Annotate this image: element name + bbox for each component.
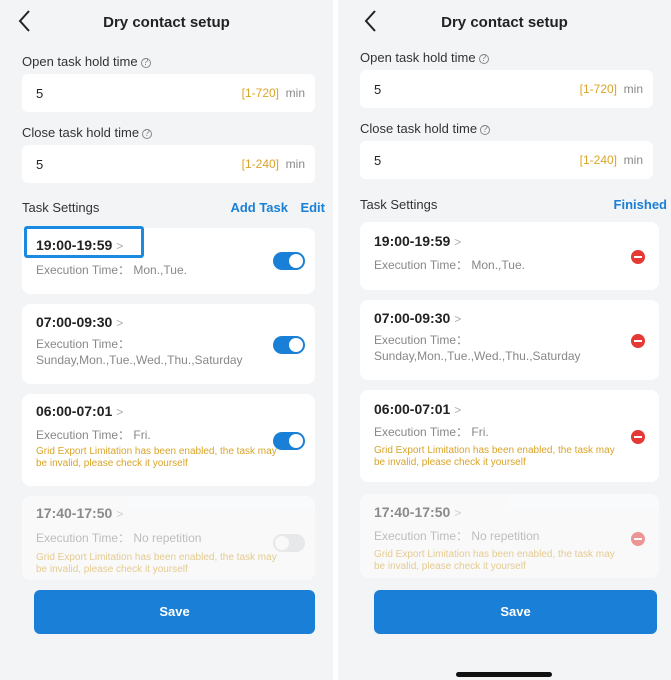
task-time-text: 19:00-19:59 (374, 233, 451, 249)
task-execution-time: Execution Time： No repetition (374, 529, 540, 543)
task-execution-time: Execution Time： Fri. (36, 428, 151, 442)
task-card[interactable]: 06:00-07:01 > Execution Time： Fri. Grid E… (360, 390, 659, 482)
task-time[interactable]: 07:00-09:30 > (374, 310, 461, 326)
task-execution-time: Execution Time： Mon.,Tue. (374, 258, 525, 272)
task-time[interactable]: 19:00-19:59 > (374, 233, 461, 249)
task-execution-days: Sunday,Mon.,Tue.,Wed.,Thu.,Saturday (374, 349, 581, 363)
open-hold-range: [1-720] (241, 86, 279, 100)
help-circle-icon[interactable]: ? (480, 125, 491, 135)
home-indicator (456, 672, 552, 677)
minus-circle-icon[interactable] (631, 430, 645, 444)
close-hold-label-text: Close task hold time (360, 121, 478, 136)
task-card[interactable]: 07:00-09:30 > Execution Time： Sunday,Mon.… (22, 304, 315, 384)
task-card[interactable]: 17:40-17:50 > Execution Time： No repetiti… (360, 494, 659, 578)
help-circle-icon[interactable]: ? (478, 54, 489, 64)
open-hold-unit: min (623, 82, 643, 96)
task-enable-toggle[interactable] (273, 252, 305, 270)
open-hold-label: Open task hold time? (360, 50, 489, 65)
close-hold-range: [1-240] (579, 153, 617, 167)
chevron-right-icon: > (454, 506, 462, 520)
header: Dry contact setup (338, 0, 671, 44)
open-hold-input[interactable]: 5 [1-720] min (360, 70, 653, 108)
close-hold-unit: min (285, 157, 305, 171)
task-warning-line: Grid Export Limitation has been enabled,… (36, 446, 277, 457)
chevron-right-icon: > (454, 312, 462, 326)
open-hold-value: 5 (36, 86, 44, 101)
task-execution-label: Execution Time： (36, 337, 131, 351)
chevron-right-icon: > (454, 403, 462, 417)
save-button[interactable]: Save (34, 590, 315, 634)
page-title: Dry contact setup (103, 14, 230, 31)
close-hold-label: Close task hold time? (22, 125, 153, 140)
phone-screen-right: Dry contact setup Open task hold time? 5… (338, 0, 671, 680)
open-hold-range: [1-720] (579, 82, 617, 96)
task-warning-line: be invalid, please check it yourself (36, 564, 188, 575)
task-enable-toggle[interactable] (273, 336, 305, 354)
task-card[interactable]: 17:40-17:50 > Execution Time： No repetiti… (22, 496, 315, 580)
open-hold-value: 5 (374, 82, 382, 97)
minus-circle-icon[interactable] (631, 250, 645, 264)
close-hold-label-text: Close task hold time (22, 125, 140, 140)
task-warning-line: Grid Export Limitation has been enabled,… (36, 552, 277, 563)
task-time-text: 07:00-09:30 (374, 310, 451, 326)
task-execution-time: Execution Time： Mon.,Tue. (36, 263, 187, 277)
task-execution-label: Execution Time： (374, 333, 469, 347)
highlight-box (24, 226, 144, 258)
task-time[interactable]: 17:40-17:50 > (374, 504, 461, 520)
chevron-right-icon: > (116, 316, 124, 330)
save-button[interactable]: Save (374, 590, 657, 634)
open-hold-unit: min (285, 86, 305, 100)
close-hold-input[interactable]: 5 [1-240] min (22, 145, 315, 183)
close-hold-value: 5 (374, 153, 382, 168)
task-time[interactable]: 06:00-07:01 > (36, 403, 123, 419)
task-time-text: 17:40-17:50 (374, 504, 451, 520)
task-execution-time: Execution Time： No repetition (36, 531, 202, 545)
header: Dry contact setup (0, 0, 333, 44)
task-enable-toggle[interactable] (273, 432, 305, 450)
task-card[interactable]: 07:00-09:30 > Execution Time： Sunday,Mon.… (360, 300, 659, 380)
close-hold-value: 5 (36, 157, 44, 172)
task-time-text: 07:00-09:30 (36, 314, 113, 330)
help-circle-icon[interactable]: ? (140, 58, 151, 68)
open-hold-label-text: Open task hold time (22, 54, 138, 69)
finished-button[interactable]: Finished (614, 197, 667, 212)
task-card[interactable]: 19:00-19:59 > Execution Time： Mon.,Tue. (360, 222, 659, 290)
close-hold-input[interactable]: 5 [1-240] min (360, 141, 653, 179)
task-time-text: 17:40-17:50 (36, 505, 113, 521)
task-warning-line: Grid Export Limitation has been enabled,… (374, 549, 615, 560)
task-time[interactable]: 07:00-09:30 > (36, 314, 123, 330)
task-warning-line: Grid Export Limitation has been enabled,… (374, 445, 615, 456)
chevron-right-icon: > (116, 405, 124, 419)
edit-button[interactable]: Edit (300, 200, 325, 215)
minus-circle-icon[interactable] (631, 334, 645, 348)
task-execution-time: Execution Time： Fri. (374, 425, 489, 439)
help-circle-icon[interactable]: ? (142, 129, 153, 139)
task-warning-line: be invalid, please check it yourself (36, 458, 188, 469)
open-hold-label-text: Open task hold time (360, 50, 476, 65)
task-enable-toggle[interactable] (273, 534, 305, 552)
task-execution-days: Sunday,Mon.,Tue.,Wed.,Thu.,Saturday (36, 353, 243, 367)
task-settings-label: Task Settings (22, 200, 100, 215)
task-time[interactable]: 06:00-07:01 > (374, 401, 461, 417)
task-warning-line: be invalid, please check it yourself (374, 457, 526, 468)
page-title: Dry contact setup (441, 14, 568, 31)
task-warning-line: be invalid, please check it yourself (374, 561, 526, 572)
task-time-text: 06:00-07:01 (374, 401, 451, 417)
close-hold-label: Close task hold time? (360, 121, 491, 136)
add-task-button[interactable]: Add Task (230, 200, 288, 215)
open-hold-input[interactable]: 5 [1-720] min (22, 74, 315, 112)
close-hold-unit: min (623, 153, 643, 167)
task-time[interactable]: 17:40-17:50 > (36, 505, 123, 521)
chevron-right-icon: > (454, 235, 462, 249)
open-hold-label: Open task hold time? (22, 54, 151, 69)
close-hold-range: [1-240] (241, 157, 279, 171)
minus-circle-icon[interactable] (631, 532, 645, 546)
phone-screen-left: Dry contact setup Open task hold time? 5… (0, 0, 333, 680)
task-time-text: 06:00-07:01 (36, 403, 113, 419)
task-card[interactable]: 06:00-07:01 > Execution Time： Fri. Grid E… (22, 394, 315, 486)
task-settings-label: Task Settings (360, 197, 438, 212)
chevron-right-icon: > (116, 507, 124, 521)
